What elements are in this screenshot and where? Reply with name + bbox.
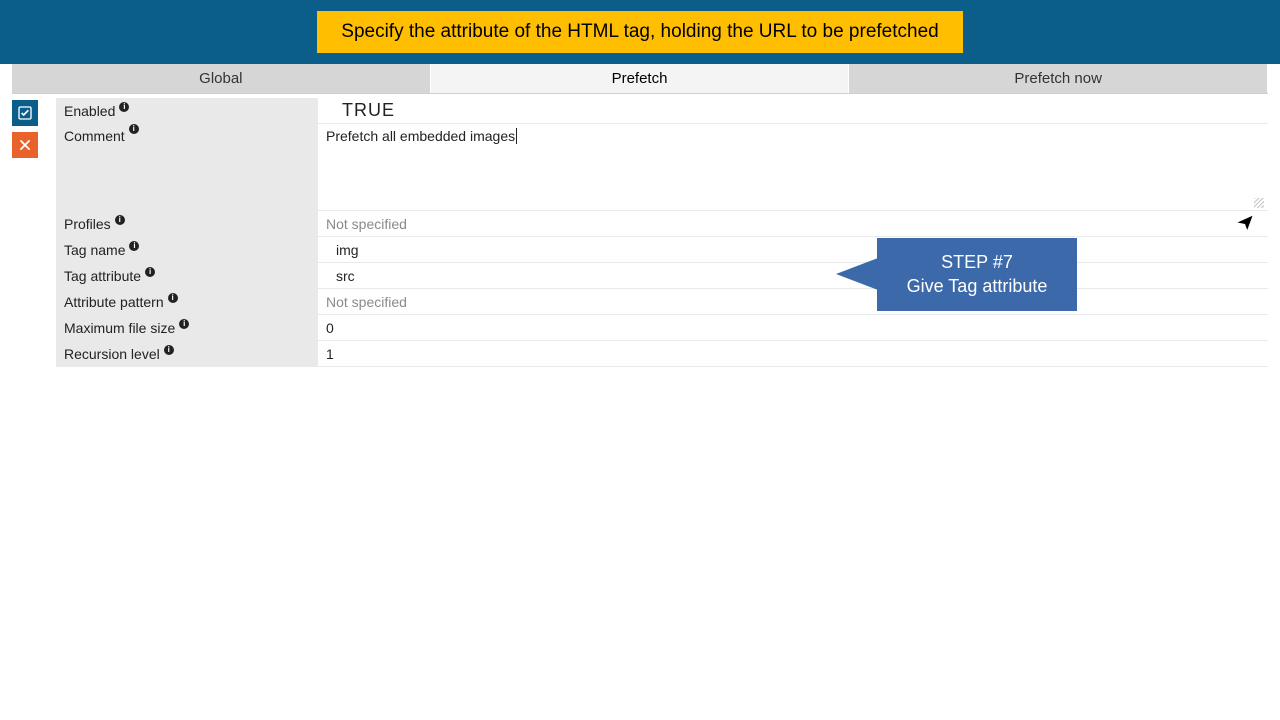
- label-tag-attribute: Tag attributei: [56, 263, 318, 288]
- label-tag-name: Tag namei: [56, 237, 318, 262]
- value-tag-name[interactable]: img: [318, 237, 1268, 262]
- info-icon[interactable]: i: [115, 215, 125, 225]
- info-icon[interactable]: i: [168, 293, 178, 303]
- comment-text: Prefetch all embedded images: [326, 128, 517, 144]
- row-comment: Commenti Prefetch all embedded images: [56, 124, 1268, 211]
- value-profiles[interactable]: Not specified: [318, 211, 1268, 236]
- info-icon[interactable]: i: [179, 319, 189, 329]
- row-recursion-level: Recursion leveli 1: [56, 341, 1268, 367]
- row-tag-name: Tag namei img: [56, 237, 1268, 263]
- cancel-button[interactable]: [12, 132, 38, 158]
- side-actions: [12, 98, 56, 367]
- row-tag-attribute: Tag attributei src: [56, 263, 1268, 289]
- info-icon[interactable]: i: [164, 345, 174, 355]
- tab-global[interactable]: Global: [12, 64, 431, 93]
- info-icon[interactable]: i: [129, 241, 139, 251]
- label-enabled: Enabledi: [56, 98, 318, 123]
- resize-grip-icon[interactable]: [1254, 198, 1264, 208]
- info-icon[interactable]: i: [129, 124, 139, 134]
- tab-prefetch-now[interactable]: Prefetch now: [849, 64, 1268, 93]
- paper-plane-icon[interactable]: [1236, 213, 1254, 234]
- row-attribute-pattern: Attribute patterni Not specified: [56, 289, 1268, 315]
- row-max-file-size: Maximum file sizei 0: [56, 315, 1268, 341]
- value-comment[interactable]: Prefetch all embedded images: [318, 124, 1268, 210]
- label-comment: Commenti: [56, 124, 318, 210]
- settings-form: Enabledi TRUE Commenti Prefetch all embe…: [56, 98, 1268, 367]
- label-attribute-pattern: Attribute patterni: [56, 289, 318, 314]
- row-profiles: Profilesi Not specified: [56, 211, 1268, 237]
- label-max-file-size: Maximum file sizei: [56, 315, 318, 340]
- info-icon[interactable]: i: [145, 267, 155, 277]
- value-enabled[interactable]: TRUE: [318, 98, 1268, 123]
- instruction-banner: Specify the attribute of the HTML tag, h…: [0, 0, 1280, 64]
- instruction-text: Specify the attribute of the HTML tag, h…: [317, 11, 962, 53]
- value-max-file-size[interactable]: 0: [318, 315, 1268, 340]
- label-profiles: Profilesi: [56, 211, 318, 236]
- tab-prefetch[interactable]: Prefetch: [431, 64, 850, 93]
- row-enabled: Enabledi TRUE: [56, 98, 1268, 124]
- info-icon[interactable]: i: [119, 102, 129, 112]
- close-icon: [18, 138, 32, 152]
- tab-bar: Global Prefetch Prefetch now: [12, 64, 1268, 94]
- check-icon: [17, 105, 33, 121]
- value-attribute-pattern[interactable]: Not specified: [318, 289, 1268, 314]
- value-recursion-level[interactable]: 1: [318, 341, 1268, 366]
- value-tag-attribute[interactable]: src: [318, 263, 1268, 288]
- apply-button[interactable]: [12, 100, 38, 126]
- label-recursion-level: Recursion leveli: [56, 341, 318, 366]
